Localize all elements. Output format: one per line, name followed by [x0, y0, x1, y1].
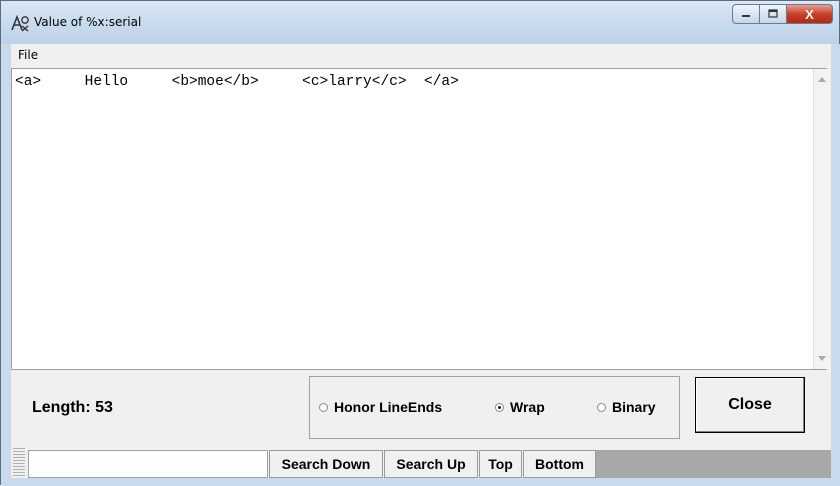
- window-frame-left: [1, 44, 11, 478]
- wrap-radio[interactable]: [495, 402, 504, 412]
- window-close-button[interactable]: X: [787, 4, 833, 24]
- wrap-label: Wrap: [510, 399, 545, 415]
- dialog-window: Value of %x:serial X File <a> Hello <b>m…: [0, 0, 840, 486]
- title-bar[interactable]: Value of %x:serial X: [1, 1, 839, 44]
- binary-radio[interactable]: [597, 402, 606, 412]
- window-title: Value of %x:serial: [34, 15, 142, 29]
- top-button[interactable]: Top: [479, 450, 522, 478]
- maximize-icon: [768, 9, 778, 18]
- scroll-down-icon[interactable]: [818, 356, 826, 361]
- binary-label: Binary: [612, 399, 656, 415]
- search-down-button[interactable]: Search Down: [269, 450, 383, 478]
- app-icon: [11, 14, 29, 32]
- search-input[interactable]: [28, 450, 268, 478]
- honor-lineends-label: Honor LineEnds: [334, 399, 443, 415]
- option-wrap[interactable]: Wrap: [495, 399, 545, 415]
- menu-bar: [11, 44, 831, 66]
- grip-handle-icon[interactable]: [13, 448, 25, 478]
- close-button[interactable]: Close: [695, 377, 805, 433]
- option-binary[interactable]: Binary: [597, 399, 656, 415]
- vertical-scrollbar[interactable]: [813, 69, 830, 369]
- maximize-button[interactable]: [760, 4, 787, 24]
- bottom-button[interactable]: Bottom: [523, 450, 596, 478]
- window-frame-right: [831, 44, 840, 478]
- scroll-up-icon[interactable]: [818, 77, 826, 82]
- value-text: <a> Hello <b>moe</b> <c>larry</c> </a>: [15, 74, 459, 90]
- honor-lineends-radio[interactable]: [319, 402, 328, 412]
- menu-file[interactable]: File: [18, 48, 38, 62]
- caption-buttons: X: [732, 4, 833, 26]
- close-icon: X: [805, 6, 814, 22]
- search-up-button[interactable]: Search Up: [384, 450, 478, 478]
- value-text-area[interactable]: [11, 68, 827, 370]
- length-label: Length: 53: [32, 399, 113, 416]
- option-honor-lineends[interactable]: Honor LineEnds: [319, 399, 442, 415]
- search-bar-filler: [596, 450, 831, 478]
- minimize-button[interactable]: [732, 4, 760, 24]
- minimize-icon: [742, 15, 750, 17]
